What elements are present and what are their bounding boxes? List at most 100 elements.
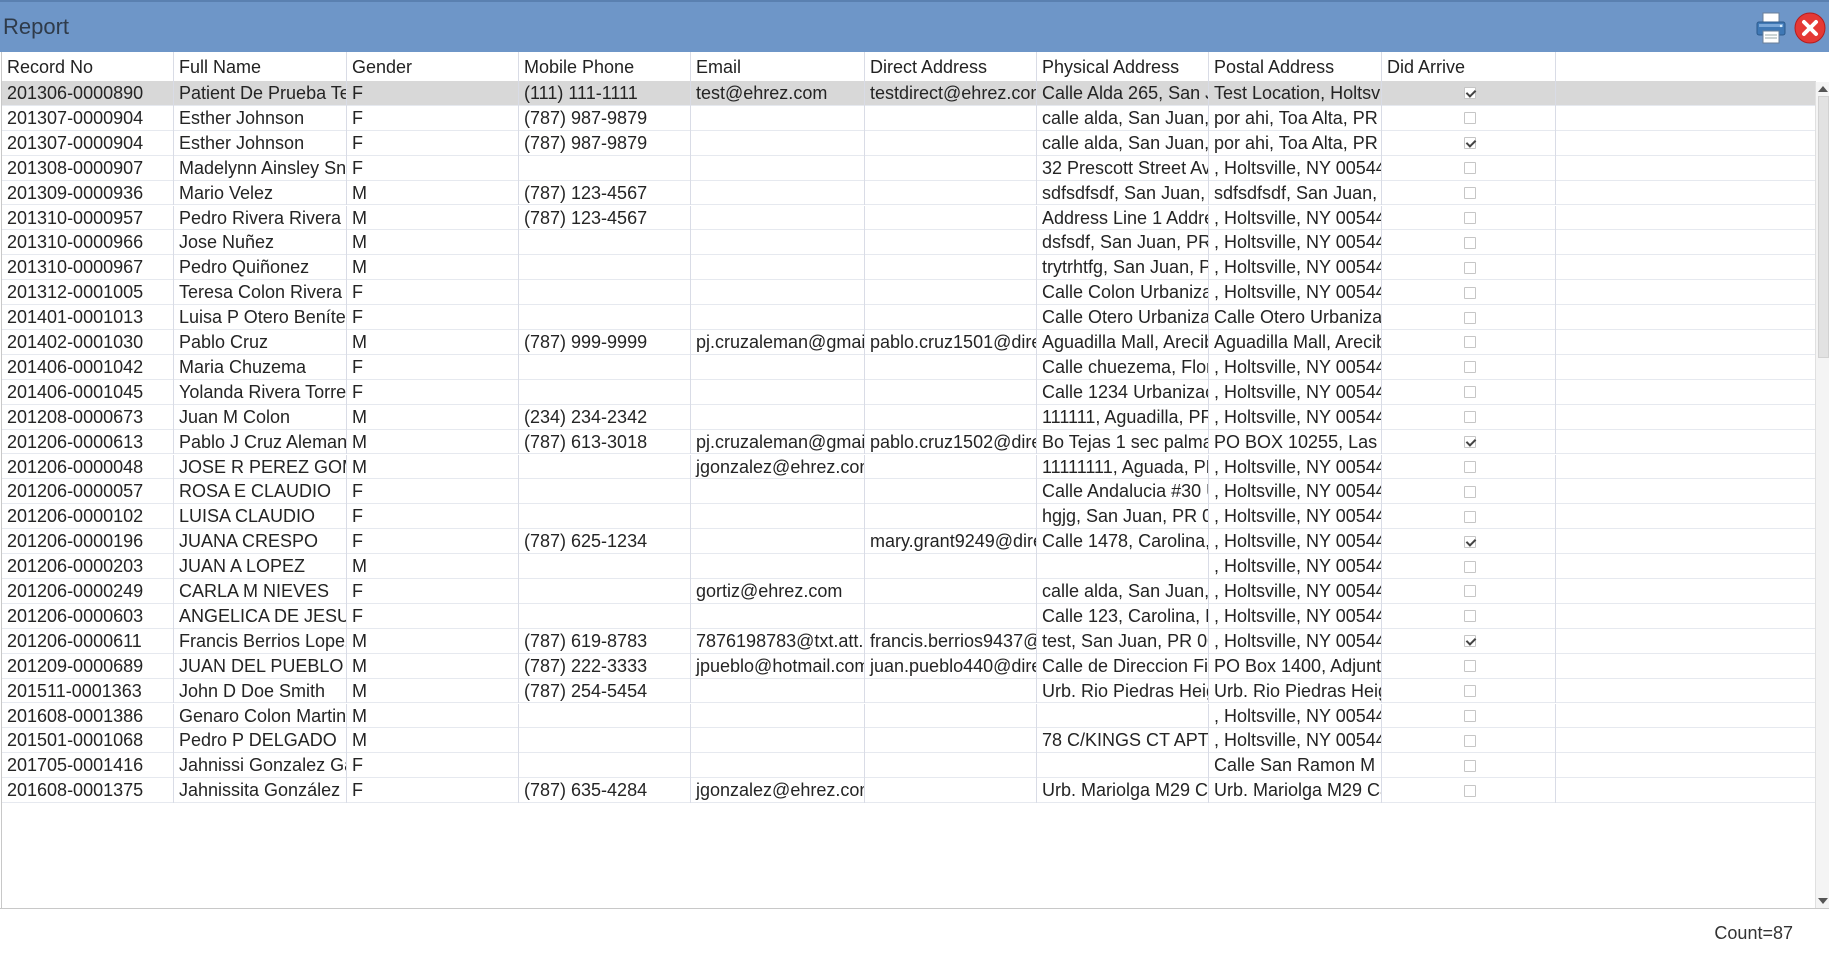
did-arrive-checkbox-checked[interactable] xyxy=(1464,635,1476,648)
did-arrive-checkbox[interactable] xyxy=(1464,162,1476,175)
postal-address-cell: Test Location, Holtsvill... xyxy=(1209,81,1382,106)
did-arrive-cell xyxy=(1382,255,1556,281)
table-row[interactable]: 201608-0001386 Genaro Colon Martinez M , Ho… xyxy=(2,703,1816,729)
table-row[interactable]: 201206-0000613 Pablo J Cruz Aleman M (787) … xyxy=(2,429,1816,455)
table-row[interactable]: 201306-0000890 Patient De Prueba Test F (11… xyxy=(2,81,1816,106)
did-arrive-checkbox[interactable] xyxy=(1464,411,1476,424)
col-physical-address-header[interactable]: Physical Address xyxy=(1037,52,1209,82)
print-button[interactable] xyxy=(1754,11,1788,45)
col-record-no-header[interactable]: Record No xyxy=(2,52,174,82)
did-arrive-checkbox-checked[interactable] xyxy=(1464,535,1476,548)
full-name-cell: Teresa Colon Rivera xyxy=(174,280,347,306)
did-arrive-checkbox[interactable] xyxy=(1464,784,1476,797)
col-full-name-header[interactable]: Full Name xyxy=(174,52,347,82)
table-row[interactable]: 201206-0000249 CARLA M NIEVES Fgortiz@ehre… xyxy=(2,579,1816,604)
full-name-cell: Jahnissi Gonzalez Garcia xyxy=(174,753,347,779)
did-arrive-checkbox-checked[interactable] xyxy=(1464,87,1476,100)
direct-address-cell xyxy=(865,479,1037,505)
table-row[interactable]: 201206-0000603 ANGELICA DE JESUS F Calle 12… xyxy=(2,603,1816,629)
did-arrive-checkbox[interactable] xyxy=(1464,236,1476,249)
table-row[interactable]: 201310-0000957 Pedro Rivera Rivera M (787) … xyxy=(2,205,1816,231)
did-arrive-checkbox[interactable] xyxy=(1464,610,1476,623)
did-arrive-checkbox[interactable] xyxy=(1464,759,1476,772)
table-row[interactable]: 201206-0000196 JUANA CRESPO F (787) 625-123… xyxy=(2,529,1816,555)
did-arrive-checkbox[interactable] xyxy=(1464,485,1476,498)
email-cell xyxy=(691,230,865,256)
table-row[interactable]: 201312-0001005 Teresa Colon Rivera F Calle … xyxy=(2,280,1816,306)
record-no-cell: 201307-0000904 xyxy=(2,130,174,156)
table-row[interactable]: 201310-0000967 Pedro Quiñonez Mtrytrhtfg, … xyxy=(2,255,1816,281)
table-row[interactable]: 201206-0000057 ROSA E CLAUDIO F Calle Andal… xyxy=(2,479,1816,505)
col-gender-header[interactable]: Gender xyxy=(347,52,519,82)
col-postal-address-header[interactable]: Postal Address xyxy=(1209,52,1382,82)
table-row[interactable]: 201206-0000203 JUAN A LOPEZ M , Holtsville,… xyxy=(2,554,1816,579)
postal-address-cell: Aguadilla Mall, Arecib... xyxy=(1209,330,1382,355)
did-arrive-checkbox[interactable] xyxy=(1464,709,1476,722)
table-row[interactable]: 201310-0000966 Jose Nuñez Mdsfsdf, San Jua… xyxy=(2,230,1816,256)
did-arrive-checkbox[interactable] xyxy=(1464,361,1476,374)
did-arrive-checkbox-checked[interactable] xyxy=(1464,137,1476,150)
table-row[interactable]: 201402-0001030 Pablo Cruz M (787) 999-9999 p… xyxy=(2,330,1816,355)
did-arrive-checkbox[interactable] xyxy=(1464,187,1476,200)
close-button[interactable] xyxy=(1793,11,1827,45)
scroll-thumb[interactable] xyxy=(1818,96,1829,358)
table-row[interactable]: 201206-0000611 Francis Berrios Lopez M (787… xyxy=(2,628,1816,654)
email-cell xyxy=(691,130,865,156)
did-arrive-checkbox[interactable] xyxy=(1464,560,1476,573)
table-row[interactable]: 201501-0001068 Pedro P DELGADO M 78 C/KINGS… xyxy=(2,728,1816,754)
did-arrive-checkbox[interactable] xyxy=(1464,336,1476,349)
mobile-phone-cell: (787) 619-8783 xyxy=(519,628,691,654)
did-arrive-checkbox[interactable] xyxy=(1464,286,1476,299)
did-arrive-checkbox[interactable] xyxy=(1464,261,1476,274)
table-row[interactable]: 201511-0001363 John D Doe Smith M (787) 254… xyxy=(2,678,1816,704)
table-row[interactable]: 201209-0000689JUAN DEL PUEBLO GA...M(787… xyxy=(2,653,1816,679)
did-arrive-checkbox[interactable] xyxy=(1464,211,1476,224)
table-row[interactable]: 201307-0000904 Esther Johnson F (787) 987-9… xyxy=(2,105,1816,131)
col-mobile-phone-header[interactable]: Mobile Phone xyxy=(519,52,691,82)
record-no-cell: 201206-0000048 xyxy=(2,454,174,480)
col-email-header[interactable]: Email xyxy=(691,52,865,82)
full-name-cell: John D Doe Smith xyxy=(174,678,347,704)
mobile-phone-cell xyxy=(519,280,691,306)
did-arrive-checkbox[interactable] xyxy=(1464,685,1476,698)
scroll-up-icon[interactable] xyxy=(1818,86,1828,92)
table-row[interactable]: 201608-0001375Jahnissita González G...F(… xyxy=(2,778,1816,804)
full-name-cell: Pablo J Cruz Aleman xyxy=(174,429,347,455)
did-arrive-checkbox[interactable] xyxy=(1464,734,1476,747)
col-direct-address-header[interactable]: Direct Address xyxy=(865,52,1037,82)
did-arrive-checkbox[interactable] xyxy=(1464,510,1476,523)
table-row[interactable]: 201307-0000904 Esther Johnson F (787) 987-9… xyxy=(2,130,1816,156)
col-did-arrive-header[interactable]: Did Arrive xyxy=(1382,52,1556,82)
did-arrive-checkbox[interactable] xyxy=(1464,386,1476,399)
did-arrive-checkbox[interactable] xyxy=(1464,660,1476,673)
table-row[interactable]: 201208-0000673 Juan M Colon M (234) 234-234… xyxy=(2,404,1816,430)
did-arrive-checkbox[interactable] xyxy=(1464,460,1476,473)
physical-address-cell: Calle chuezema, Florid... xyxy=(1037,354,1209,380)
gender-cell: M xyxy=(347,554,519,579)
gender-cell: F xyxy=(347,753,519,779)
table-row[interactable]: 201705-0001416Jahnissi Gonzalez GarciaF C… xyxy=(2,753,1816,779)
did-arrive-checkbox-checked[interactable] xyxy=(1464,436,1476,449)
table-row[interactable]: 201401-0001013 Luisa P Otero Benítez F Call… xyxy=(2,305,1816,330)
table-row[interactable]: 201406-0001045 Yolanda Rivera Torres F Call… xyxy=(2,379,1816,405)
record-no-cell: 201511-0001363 xyxy=(2,678,174,704)
printer-icon xyxy=(1756,12,1786,44)
did-arrive-checkbox[interactable] xyxy=(1464,585,1476,598)
did-arrive-checkbox[interactable] xyxy=(1464,311,1476,324)
table-row[interactable]: 201206-0000048JOSE R PEREZ GOMEZMjgonzal… xyxy=(2,454,1816,480)
direct-address-cell xyxy=(865,180,1037,206)
postal-address-cell: Urb. Rio Piedras Heigh... xyxy=(1209,678,1382,704)
table-row[interactable]: 201406-0001042 Maria Chuzema F Calle chueze… xyxy=(2,354,1816,380)
full-name-cell: Mario Velez xyxy=(174,180,347,206)
did-arrive-cell xyxy=(1382,554,1556,579)
mobile-phone-cell xyxy=(519,603,691,629)
vertical-scrollbar[interactable] xyxy=(1815,82,1829,908)
table-row[interactable]: 201309-0000936 Mario Velez M (787) 123-4567… xyxy=(2,180,1816,206)
full-name-cell: Pedro P DELGADO xyxy=(174,728,347,754)
table-row[interactable]: 201308-0000907Madelynn Ainsley SnowF 32 P… xyxy=(2,155,1816,181)
scroll-down-icon[interactable] xyxy=(1818,898,1828,904)
table-row[interactable]: 201206-0000102 LUISA CLAUDIO Fhgjg, San Ju… xyxy=(2,504,1816,530)
did-arrive-checkbox[interactable] xyxy=(1464,112,1476,125)
mobile-phone-cell: (111) 111-1111 xyxy=(519,81,691,106)
physical-address-cell: calle alda, San Juan, P... xyxy=(1037,130,1209,156)
